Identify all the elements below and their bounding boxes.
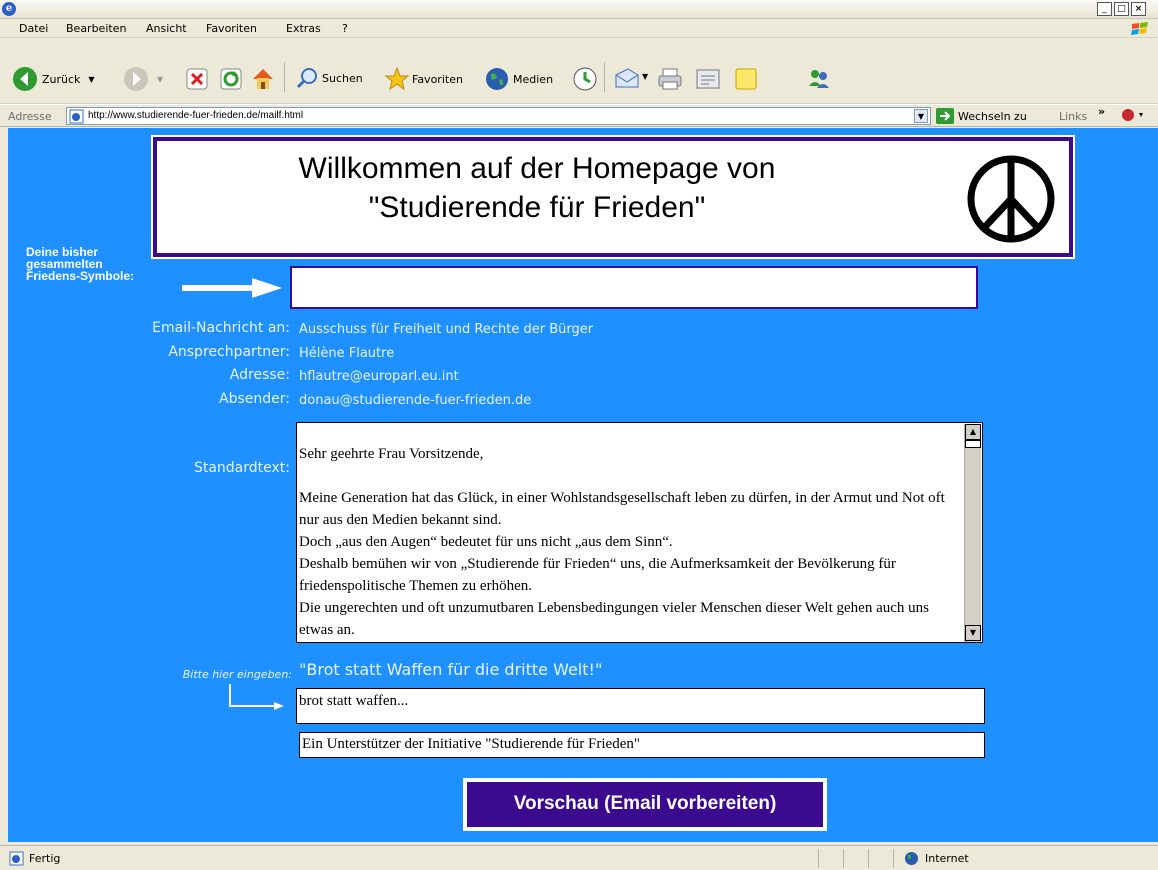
discuss-icon[interactable] (733, 66, 759, 92)
menu-ansicht[interactable]: Ansicht (146, 22, 187, 35)
edit-icon[interactable] (695, 67, 721, 91)
right-arrow-icon (182, 278, 282, 298)
scroll-down-icon[interactable]: ▼ (965, 625, 981, 641)
back-button[interactable]: Zurück ▼ (12, 66, 95, 92)
media-button[interactable]: Medien (484, 66, 553, 92)
preview-button[interactable]: Vorschau (Email vorbereiten) (463, 778, 827, 831)
banner: Willkommen auf der Homepage von "Studier… (153, 137, 1073, 257)
status-divider (893, 849, 894, 868)
home-icon[interactable] (250, 66, 276, 92)
toolbar-separator (284, 62, 285, 92)
back-dropdown-icon[interactable]: ▼ (88, 75, 94, 84)
menu-extras[interactable]: Extras (286, 22, 321, 35)
search-button[interactable]: Suchen (295, 66, 363, 90)
toolbar-separator (604, 62, 605, 92)
go-label: Wechseln zu (958, 109, 1027, 123)
print-icon[interactable] (657, 66, 683, 92)
close-button[interactable]: × (1131, 2, 1146, 16)
address-dropdown-icon[interactable]: ▼ (914, 109, 928, 123)
status-bar: Fertig Internet (0, 845, 1158, 870)
field-value-sender: donau@studierende-fuer-frieden.de (299, 393, 532, 408)
star-icon (384, 66, 410, 91)
mail-dropdown-icon[interactable]: ▼ (642, 72, 648, 81)
minimize-button[interactable]: _ (1097, 2, 1112, 16)
input-prompt: "Brot statt Waffen für die dritte Welt!" (299, 660, 603, 679)
title-bar: e _ □ × (0, 0, 1158, 19)
scroll-thumb[interactable] (965, 440, 981, 448)
down-right-arrow-icon (229, 684, 284, 710)
maximize-button[interactable]: □ (1114, 2, 1129, 16)
status-text: Fertig (29, 852, 61, 865)
field-label-contact: Ansprechpartner: (168, 344, 290, 360)
field-label-recipient: Email-Nachricht an: (152, 320, 290, 336)
slogan-input[interactable]: brot statt waffen... (296, 688, 985, 724)
field-label-sender: Absender: (219, 391, 290, 407)
peace-symbols-box (290, 266, 978, 309)
ie-icon: e (2, 2, 16, 16)
field-value-address: hflautre@europarl.eu.int (299, 369, 459, 384)
banner-title: Willkommen auf der Homepage von "Studier… (157, 149, 917, 227)
signature-input[interactable]: Ein Unterstützer der Initiative "Studier… (299, 732, 985, 758)
windows-logo-icon (1131, 22, 1148, 35)
forward-dropdown-icon[interactable]: ▼ (157, 75, 163, 84)
address-input[interactable]: http://www.studierende-fuer-frieden.de/m… (66, 107, 931, 125)
status-divider (868, 849, 869, 868)
go-arrow-icon (936, 108, 954, 124)
standard-text-area[interactable]: Sehr geehrte Frau Vorsitzende, Meine Gen… (296, 422, 983, 643)
go-button[interactable]: Wechseln zu (936, 108, 1027, 124)
search-icon (296, 68, 317, 89)
refresh-icon[interactable] (220, 68, 242, 90)
menu-bar: Datei Bearbeiten Ansicht Favoriten Extra… (0, 19, 1158, 38)
symbols-label-line-3: Friedens-Symbole: (26, 269, 135, 283)
stop-icon[interactable] (186, 68, 208, 90)
menu-favoriten[interactable]: Favoriten (206, 22, 257, 35)
standard-text-label: Standardtext: (193, 460, 290, 476)
favorites-button[interactable]: Favoriten (384, 66, 463, 92)
chevron-right-icon[interactable]: » (1098, 105, 1105, 118)
page-done-icon (9, 851, 24, 866)
media-label: Medien (513, 72, 554, 86)
slogan-input-value: brot statt waffen... (299, 693, 409, 709)
peace-symbol-icon (967, 155, 1055, 243)
forward-button[interactable]: ▼ (123, 66, 163, 92)
banner-line-2: "Studierende für Frieden" (368, 191, 706, 224)
messenger-icon[interactable] (806, 66, 832, 92)
mail-icon[interactable] (614, 67, 640, 91)
scrollbar[interactable]: ▲ ▼ (964, 424, 981, 642)
back-arrow-icon (13, 67, 37, 91)
banner-line-1: Willkommen auf der Homepage von (298, 152, 776, 185)
back-label: Zurück (42, 72, 81, 86)
field-value-contact: Hélène Flautre (299, 346, 395, 361)
internet-zone-icon (905, 852, 918, 865)
search-label: Suchen (322, 71, 363, 85)
status-divider (843, 849, 844, 868)
scroll-up-icon[interactable]: ▲ (965, 424, 981, 440)
address-label: Adresse (8, 110, 52, 123)
status-divider (818, 849, 819, 868)
preview-button-label: Vorschau (Email vorbereiten) (467, 782, 823, 827)
signature-input-value: Ein Unterstützer der Initiative "Studier… (302, 736, 640, 752)
menu-help[interactable]: ? (342, 22, 348, 35)
address-url: http://www.studierende-fuer-frieden.de/m… (88, 110, 304, 121)
zone-label: Internet (925, 852, 969, 865)
links-label[interactable]: Links (1059, 110, 1087, 123)
input-hint: Bitte hier eingeben: (182, 668, 292, 681)
menu-datei[interactable]: Datei (19, 22, 48, 35)
symbols-label: Deine bisher gesammelten Friedens-Symbol… (26, 246, 134, 282)
addon-icon[interactable] (1120, 107, 1146, 123)
menu-bearbeiten[interactable]: Bearbeiten (66, 22, 126, 35)
favorites-label: Favoriten (412, 72, 463, 86)
forward-arrow-icon (124, 67, 148, 91)
history-icon[interactable] (572, 66, 598, 92)
field-value-recipient: Ausschuss für Freiheit und Rechte der Bü… (299, 322, 594, 337)
globe-icon (486, 68, 508, 90)
field-label-address: Adresse: (229, 367, 290, 383)
standard-text-body: Sehr geehrte Frau Vorsitzende, Meine Gen… (299, 446, 945, 638)
page-icon (69, 109, 84, 124)
